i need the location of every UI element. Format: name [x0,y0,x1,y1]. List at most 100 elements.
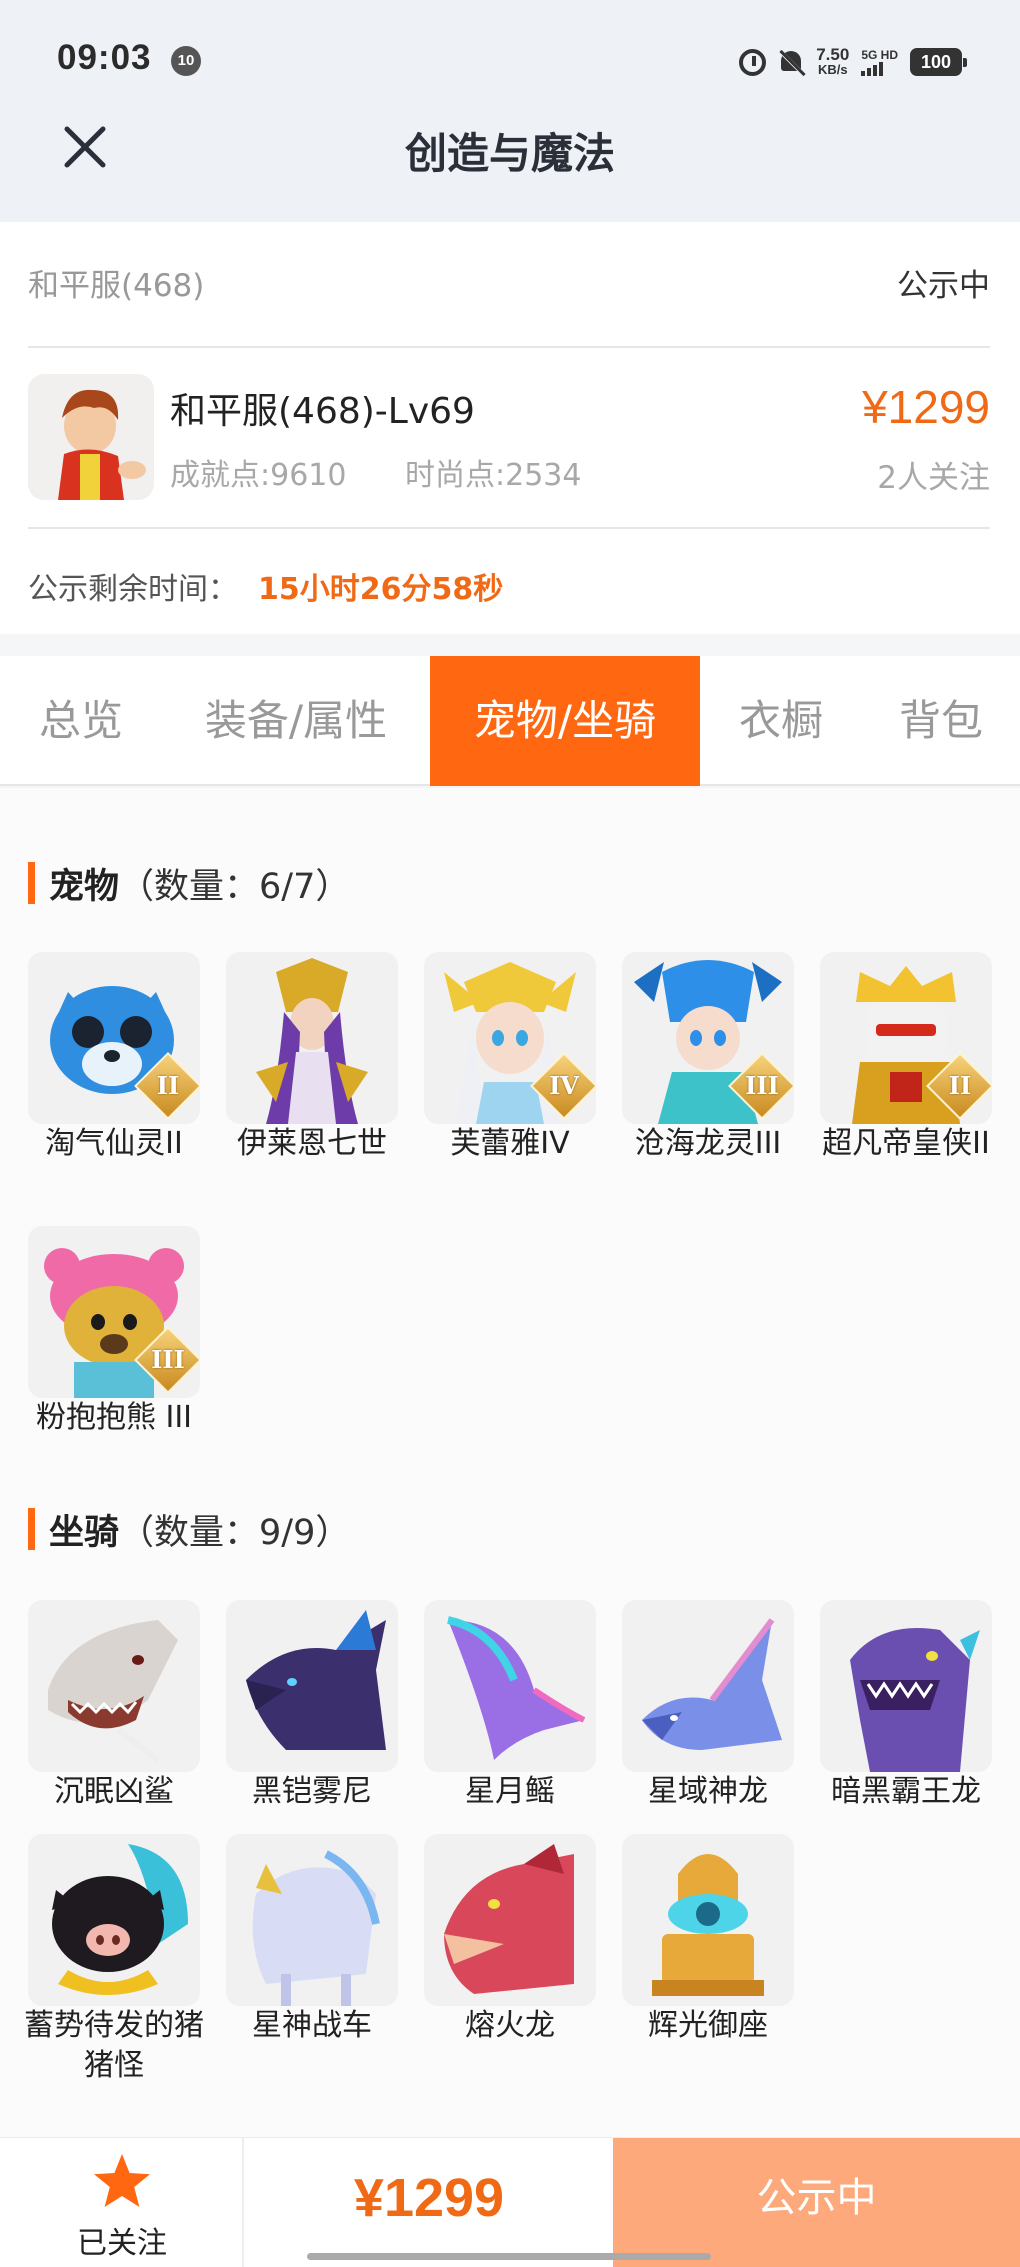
account-info-card: 和平服(468) 公示中 和平服(468)-Lv69 成就点:9610 时尚点:… [0,222,1020,634]
tab-wardrobe[interactable]: 衣橱 [700,656,862,786]
mount-name: 星神战车 [252,2008,372,2043]
mount-item[interactable]: 暗黑霸王龙 [820,1600,992,1812]
network-type: 5G HD [861,48,898,62]
star-icon [94,2154,150,2207]
tier-text: III [745,1071,779,1100]
remaining-time-value: 15小时26分58秒 [258,572,504,607]
section-marker [28,862,35,904]
status-icons: 7.50 KB/s 5G HD 100 [739,42,967,82]
mount-thumbnail [226,1600,398,1772]
price: ¥1299 [862,381,990,433]
mount-name: 蓄势待发的猪猪怪 [24,2008,204,2083]
mount-name: 星月鳐 [465,1774,555,1809]
pet-thumbnail: II [820,952,992,1124]
section-marker [28,1508,35,1550]
mount-thumbnail [820,1600,992,1772]
pet-thumbnail: III [28,1226,200,1398]
tab-overview[interactable]: 总览 [0,656,162,786]
mount-item[interactable]: 黑铠雾尼 [226,1600,398,1812]
character-title: 和平服(468)-Lv69 [170,391,475,432]
mount-thumbnail [622,1600,794,1772]
divider [28,527,990,529]
pet-name: 沧海龙灵III [634,1126,782,1161]
network-indicator: 5G HD [861,48,898,76]
pet-item[interactable]: 伊莱恩七世 [226,952,398,1164]
page-title: 创造与魔法 [404,129,615,178]
mount-name: 暗黑霸王龙 [831,1774,981,1809]
tab-equipment[interactable]: 装备/属性 [162,656,430,786]
mount-thumbnail [28,1834,200,2006]
mounts-section-header: 坐骑 （数量：9/9） [28,1506,351,1553]
achievement-points: 成就点:9610 [170,458,347,493]
pets-section-header: 宠物 （数量：6/7） [28,860,351,907]
mount-item[interactable]: 星域神龙 [622,1600,794,1812]
mount-item[interactable]: 星神战车 [226,1834,398,2046]
pets-mounts-panel: 宠物 （数量：6/7） II 淘气仙灵II 伊莱恩七世 IV 芙蕾雅IV III… [0,788,1020,2138]
mount-thumbnail [226,1834,398,2006]
pet-item[interactable]: IV 芙蕾雅IV [424,952,596,1164]
mount-name: 辉光御座 [648,2008,768,2043]
mount-thumbnail [424,1600,596,1772]
character-avatar [28,374,154,500]
pet-name: 伊莱恩七世 [237,1126,387,1161]
follow-button[interactable]: 已关注 [0,2138,244,2267]
top-header: 09:03 10 7.50 KB/s 5G HD 100 创造与魔法 [0,0,1020,222]
remaining-time-label: 公示剩余时间： [28,572,238,607]
pet-name: 芙蕾雅IV [450,1126,570,1161]
tab-pets-mounts[interactable]: 宠物/坐骑 [430,656,700,786]
mount-item[interactable]: 沉眠凶鲨 [28,1600,200,1812]
status-bar: 09:03 10 7.50 KB/s 5G HD 100 [0,0,1020,115]
bottom-price: ¥1299 [353,2168,505,2228]
mount-item[interactable]: 蓄势待发的猪猪怪 [24,1834,204,2086]
mount-item[interactable]: 星月鳐 [424,1600,596,1812]
pet-name: 超凡帝皇侠II [822,1126,990,1161]
mute-bell-icon [778,49,806,77]
mount-item[interactable]: 熔火龙 [424,1834,596,2046]
pet-name: 淘气仙灵II [45,1126,183,1161]
status-time: 09:03 [57,38,152,77]
mount-name: 星域神龙 [648,1774,768,1809]
pet-item[interactable]: II 超凡帝皇侠II [820,952,992,1164]
pet-name: 粉抱抱熊 III [35,1400,193,1435]
tab-backpack[interactable]: 背包 [862,656,1020,786]
watcher-count: 2人关注 [877,460,990,496]
mount-thumbnail [28,1600,200,1772]
signal-bars-icon [861,62,898,76]
speed-value: 7.50 [816,45,850,64]
pet-item[interactable]: III 粉抱抱熊 III [28,1226,200,1438]
follow-label: 已关注 [77,2226,167,2261]
tier-text: II [156,1071,180,1100]
server-name: 和平服(468) [28,268,205,304]
publicity-status-button[interactable]: 公示中 [613,2138,1020,2267]
notification-badge: 10 [171,46,201,76]
mount-thumbnail [622,1834,794,2006]
pets-count: （数量：6/7） [119,866,351,907]
speed-unit: KB/s [817,62,848,77]
pets-title: 宠物 [49,866,120,907]
mount-item[interactable]: 辉光御座 [622,1834,794,2046]
mount-name: 沉眠凶鲨 [54,1774,174,1809]
mount-name: 黑铠雾尼 [252,1774,372,1809]
divider [28,346,990,348]
pet-item[interactable]: III 沧海龙灵III [622,952,794,1164]
home-indicator[interactable] [307,2253,711,2260]
fashion-points: 时尚点:2534 [405,458,582,493]
tier-text: IV [549,1071,579,1100]
mounts-count: （数量：9/9） [119,1512,351,1553]
network-speed: 7.50 KB/s [816,45,850,77]
mount-thumbnail [424,1834,596,2006]
pet-thumbnail: II [28,952,200,1124]
pet-thumbnail: III [622,952,794,1124]
tab-bar: 总览 装备/属性 宠物/坐骑 衣橱 背包 [0,656,1020,786]
tier-text: III [151,1345,185,1374]
battery-icon: 100 [910,48,967,76]
pet-item[interactable]: II 淘气仙灵II [28,952,200,1164]
pet-thumbnail [226,952,398,1124]
status-label: 公示中 [897,268,990,304]
alarm-icon [739,48,767,76]
mounts-title: 坐骑 [49,1512,120,1553]
bottom-action-bar: 已关注 ¥1299 公示中 [0,2137,1020,2267]
mount-name: 熔火龙 [465,2008,555,2043]
pet-thumbnail: IV [424,952,596,1124]
tier-text: II [948,1071,972,1100]
